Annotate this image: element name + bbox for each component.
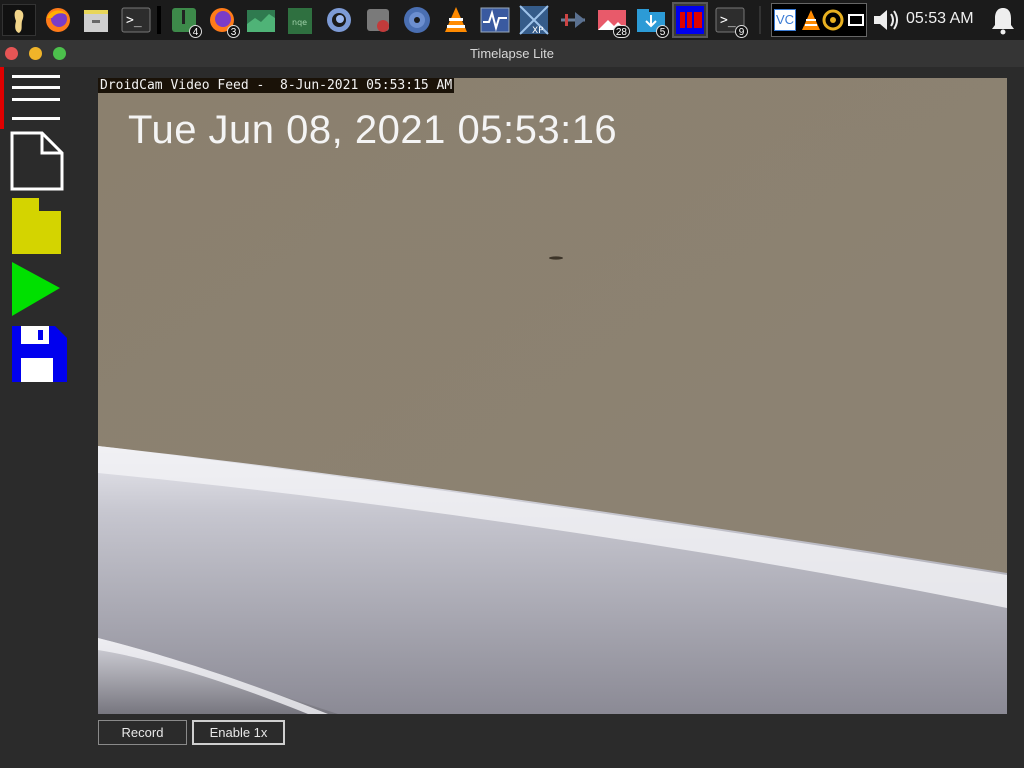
vc-icon[interactable]: VC <box>774 9 796 31</box>
photos-count-badge: 28 <box>612 25 630 38</box>
record-button[interactable]: Record <box>98 720 187 745</box>
photos-icon[interactable]: 28 <box>596 4 630 38</box>
terminal-count-badge: 9 <box>735 25 748 38</box>
firefox-window-icon[interactable]: 3 <box>206 4 240 38</box>
window-titlebar: Timelapse Lite <box>0 40 1024 67</box>
system-tray: VC <box>771 3 867 37</box>
web-browser-icon[interactable] <box>323 4 355 36</box>
enable-1x-button[interactable]: Enable 1x <box>192 720 285 745</box>
notes-icon[interactable]: nqe <box>284 4 316 36</box>
svg-text:XP: XP <box>532 26 544 36</box>
vlc-tray-icon[interactable] <box>800 9 822 31</box>
svg-text:>_: >_ <box>720 13 736 28</box>
firefox-icon[interactable] <box>42 4 74 36</box>
timelapse-lite-task-icon[interactable] <box>672 2 708 38</box>
window-title: Timelapse Lite <box>469 46 555 61</box>
system-monitor-icon[interactable] <box>245 4 277 36</box>
panel-separator <box>759 6 761 34</box>
volume-icon[interactable] <box>870 4 902 36</box>
new-file-icon[interactable] <box>10 131 64 191</box>
app-menu-icon[interactable] <box>2 4 36 36</box>
left-toolbar <box>0 67 90 768</box>
xp-app-icon[interactable]: XP <box>518 4 550 36</box>
panel-separator <box>157 6 161 34</box>
open-folder-icon[interactable] <box>11 197 63 255</box>
feed-info-overlay: DroidCam Video Feed - 8-Jun-2021 05:53:1… <box>98 78 455 93</box>
menu-hamburger-icon[interactable] <box>0 67 70 125</box>
save-floppy-icon[interactable] <box>11 325 69 383</box>
camera-frame-image <box>98 78 1007 714</box>
video-feed: DroidCam Video Feed - 8-Jun-2021 05:53:1… <box>98 78 1007 714</box>
screen-icon[interactable] <box>846 9 868 31</box>
system-activity-icon[interactable] <box>479 4 511 36</box>
svg-text:>_: >_ <box>126 13 142 28</box>
vlc-icon[interactable] <box>440 4 472 36</box>
git-icon[interactable] <box>557 4 589 36</box>
files-count-badge: 4 <box>189 25 202 38</box>
disc-icon[interactable] <box>401 4 433 36</box>
firefox-count-badge: 3 <box>227 25 240 38</box>
panel-clock[interactable]: 05:53 AM <box>906 10 974 28</box>
play-icon[interactable] <box>11 261 61 317</box>
notifications-bell-icon[interactable] <box>987 4 1019 36</box>
top-panel: >_ 4 3 nqe XP 28 5 >_ 9 VC 05:53 AM <box>0 0 1024 40</box>
disk-utility-icon[interactable] <box>362 4 394 36</box>
file-cabinet-icon[interactable] <box>80 4 112 36</box>
svg-text:nqe: nqe <box>292 18 307 27</box>
archive-manager-icon[interactable]: 4 <box>168 4 202 38</box>
timestamp-overlay: Tue Jun 08, 2021 05:53:16 <box>128 108 618 152</box>
terminal-icon[interactable]: >_ <box>120 4 152 36</box>
downloads-count-badge: 5 <box>656 25 669 38</box>
terminal-window-icon[interactable]: >_ 9 <box>714 4 748 38</box>
sync-icon[interactable] <box>822 9 844 31</box>
downloads-folder-icon[interactable]: 5 <box>635 4 669 38</box>
